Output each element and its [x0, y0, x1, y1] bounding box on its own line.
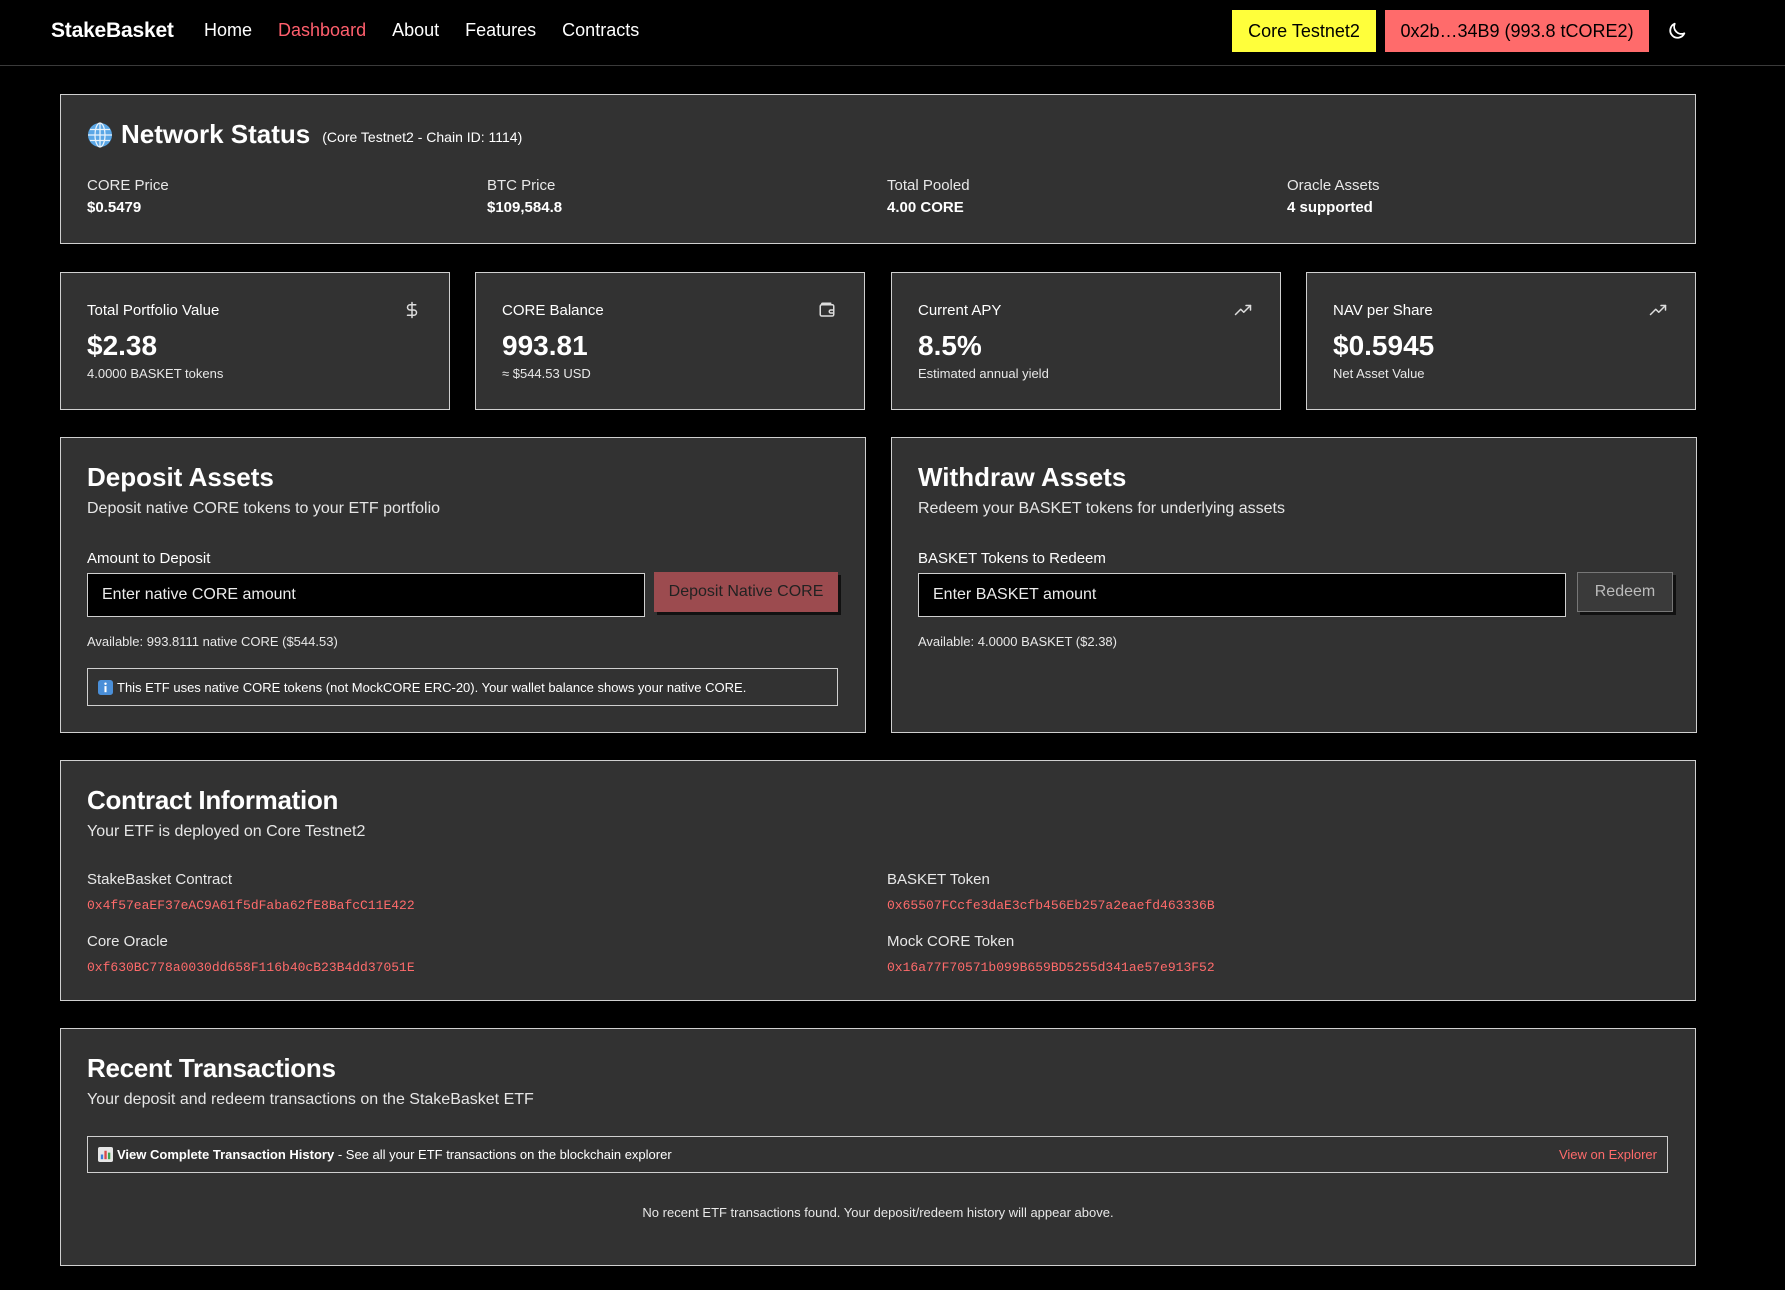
view-on-explorer-link[interactable]: View on Explorer [1559, 1147, 1657, 1162]
deposit-native-core-button[interactable]: Deposit Native CORE [654, 572, 838, 612]
deposit-available-balance: Available: 993.8111 native CORE ($544.53… [87, 634, 338, 649]
top-navbar: StakeBasket Home Dashboard About Feature… [0, 0, 1785, 66]
redeem-amount-label: BASKET Tokens to Redeem [918, 550, 1106, 567]
oracle-assets-label: Oracle Assets [1287, 177, 1380, 194]
deposit-description: Deposit native CORE tokens to your ETF p… [87, 500, 441, 517]
deposit-amount-label: Amount to Deposit [87, 550, 211, 567]
btc-price-value: $109,584.8 [487, 199, 563, 216]
empty-transactions-message: No recent ETF transactions found. Your d… [642, 1205, 1114, 1220]
contract-info-description: Your ETF is deployed on Core Testnet2 [87, 823, 366, 840]
core-price-stat: CORE Price $0.5479 [87, 177, 169, 216]
info-icon [98, 679, 113, 695]
total-pooled-stat: Total Pooled 4.00 CORE [887, 177, 970, 216]
redeem-amount-input[interactable] [918, 573, 1566, 617]
nav-link-features[interactable]: Features [465, 20, 536, 41]
recent-transactions-card: Recent Transactions Your deposit and red… [60, 1028, 1696, 1266]
withdraw-assets-card: Withdraw Assets Redeem your BASKET token… [891, 437, 1697, 733]
contract-label: StakeBasket Contract [87, 871, 233, 888]
globe-icon [88, 121, 112, 148]
redeem-button[interactable]: Redeem [1577, 572, 1673, 612]
transaction-history-bar: View Complete Transaction History - See … [87, 1136, 1668, 1173]
trending-up-icon [1649, 304, 1667, 316]
contract-info-title: Contract Information [87, 785, 339, 815]
portfolio-value-card: Total Portfolio Value $2.38 4.0000 BASKE… [60, 272, 450, 410]
contract-address[interactable]: 0x4f57eaEF37eAC9A61f5dFaba62fE8BafcC11E4… [87, 898, 415, 913]
dollar-icon [406, 301, 418, 319]
stat-value: 8.5% [918, 330, 982, 361]
deposit-assets-card: Deposit Assets Deposit native CORE token… [60, 437, 866, 733]
mock-core-token-item: Mock CORE Token 0x16a77F70571b099B659BD5… [887, 933, 1215, 975]
core-price-value: $0.5479 [87, 199, 142, 216]
stat-subtext: Estimated annual yield [918, 366, 1049, 381]
stat-label: Current APY [918, 302, 1002, 319]
core-oracle-item: Core Oracle 0xf630BC778a0030dd658F116b40… [87, 933, 415, 975]
contract-label: BASKET Token [887, 871, 990, 888]
current-apy-card: Current APY 8.5% Estimated annual yield [891, 272, 1281, 410]
network-chain-id: (Core Testnet2 - Chain ID: 1114) [322, 128, 523, 145]
contract-information-card: Contract Information Your ETF is deploye… [60, 760, 1696, 1001]
recent-tx-description: Your deposit and redeem transactions on … [87, 1091, 534, 1108]
history-rest-text: - See all your ETF transactions on the b… [334, 1147, 672, 1162]
network-button[interactable]: Core Testnet2 [1232, 10, 1376, 52]
brand-logo[interactable]: StakeBasket [51, 19, 174, 43]
core-price-label: CORE Price [87, 177, 169, 194]
stakebasket-contract-item: StakeBasket Contract 0x4f57eaEF37eAC9A61… [87, 871, 415, 913]
stat-value: 993.81 [502, 330, 588, 361]
network-status-header: Network Status (Core Testnet2 - Chain ID… [87, 119, 522, 150]
moon-icon[interactable] [1666, 20, 1688, 42]
withdraw-title: Withdraw Assets [918, 462, 1127, 492]
basket-token-item: BASKET Token 0x65507FCcfe3daE3cfb456Eb25… [887, 871, 1215, 913]
bar-chart-icon [98, 1147, 113, 1162]
stat-label: Total Portfolio Value [87, 302, 220, 319]
contract-address[interactable]: 0x16a77F70571b099B659BD5255d341ae57e913F… [887, 960, 1215, 975]
btc-price-label: BTC Price [487, 177, 556, 194]
contract-label: Mock CORE Token [887, 933, 1015, 950]
history-bold-text: View Complete Transaction History [117, 1147, 335, 1162]
nav-link-home[interactable]: Home [204, 20, 252, 41]
withdraw-description: Redeem your BASKET tokens for underlying… [918, 500, 1285, 517]
redeem-available-balance: Available: 4.0000 BASKET ($2.38) [918, 634, 1117, 649]
btc-price-stat: BTC Price $109,584.8 [487, 177, 562, 216]
deposit-title: Deposit Assets [87, 462, 274, 492]
stat-subtext: ≈ $544.53 USD [502, 366, 591, 381]
oracle-assets-value: 4 supported [1287, 199, 1373, 216]
stat-value: $0.5945 [1333, 330, 1435, 361]
total-pooled-value: 4.00 CORE [887, 199, 964, 216]
trending-up-icon [1234, 304, 1252, 316]
stat-value: $2.38 [87, 330, 158, 361]
total-pooled-label: Total Pooled [887, 177, 970, 194]
stat-subtext: 4.0000 BASKET tokens [87, 366, 224, 381]
nav-link-dashboard[interactable]: Dashboard [278, 20, 366, 41]
nav-link-contracts[interactable]: Contracts [562, 20, 639, 41]
nav-per-share-card: NAV per Share $0.5945 Net Asset Value [1306, 272, 1696, 410]
stat-label: NAV per Share [1333, 302, 1433, 319]
nav-links: Home Dashboard About Features Contracts [204, 20, 639, 41]
oracle-assets-stat: Oracle Assets 4 supported [1287, 177, 1380, 216]
contract-label: Core Oracle [87, 933, 168, 950]
recent-tx-title: Recent Transactions [87, 1053, 336, 1083]
contract-address[interactable]: 0xf630BC778a0030dd658F116b40cB23B4dd3705… [87, 960, 415, 975]
nav-link-about[interactable]: About [392, 20, 439, 41]
stat-label: CORE Balance [502, 302, 604, 319]
deposit-info-text: This ETF uses native CORE tokens (not Mo… [117, 679, 747, 695]
contract-address[interactable]: 0x65507FCcfe3daE3cfb456Eb257a2eaefd46333… [887, 898, 1215, 913]
stat-subtext: Net Asset Value [1333, 366, 1425, 381]
network-status-title: Network Status [121, 119, 311, 149]
network-status-card: Network Status (Core Testnet2 - Chain ID… [60, 94, 1696, 244]
core-balance-card: CORE Balance 993.81 ≈ $544.53 USD [475, 272, 865, 410]
wallet-icon [819, 302, 835, 317]
deposit-info-note: This ETF uses native CORE tokens (not Mo… [87, 668, 838, 706]
wallet-button[interactable]: 0x2b…34B9 (993.8 tCORE2) [1385, 10, 1649, 52]
deposit-amount-input[interactable] [87, 573, 645, 617]
